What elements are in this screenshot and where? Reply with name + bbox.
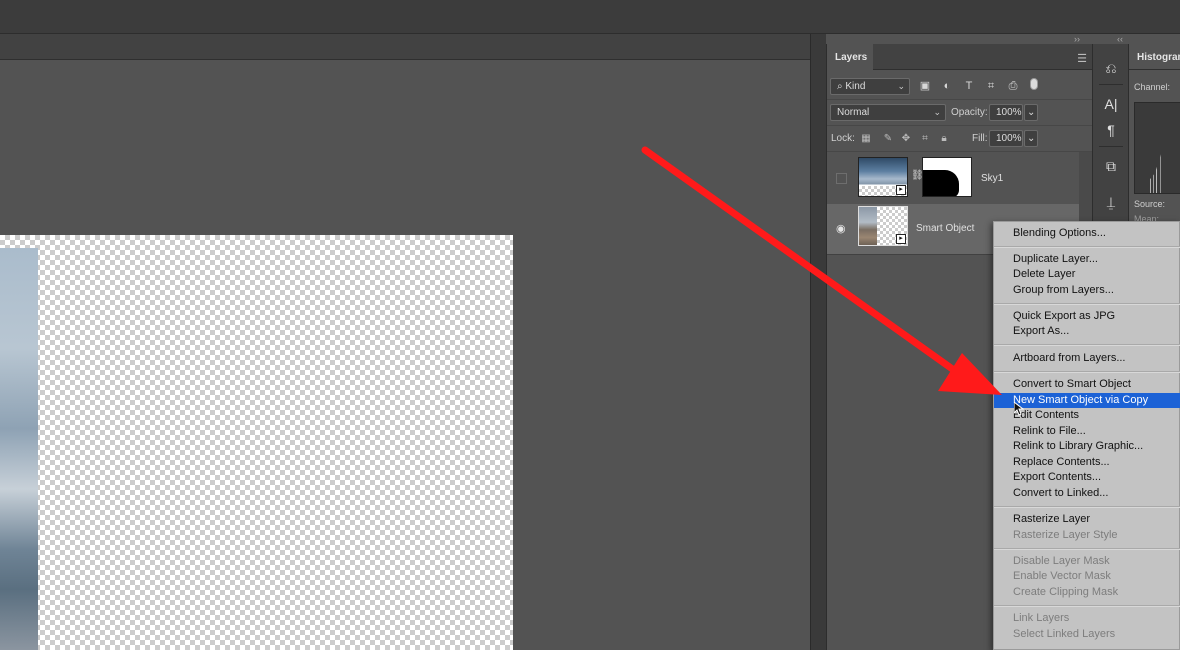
fill-slider-button[interactable]: ⌄ [1024,130,1038,147]
adjustment-filter-icon[interactable]: ◐ [940,79,954,93]
smart-object-filter-icon[interactable]: ⎙ [1006,79,1020,93]
source-label: Source: [1134,199,1165,209]
menu-item-rasterize-layer[interactable]: Rasterize Layer [994,512,1180,527]
menu-item-group-from-layers[interactable]: Group from Layers... [994,283,1180,298]
menu-item-artboard-from-layers[interactable]: Artboard from Layers... [994,351,1180,366]
blend-mode-select[interactable]: Normal ⌄ [830,104,946,121]
menu-item-create-clipping-mask: Create Clipping Mask [994,585,1180,600]
filter-toggle[interactable] [1030,78,1038,90]
histogram-graph [1134,102,1180,194]
menu-item-link-layers: Link Layers [994,611,1180,626]
character-icon[interactable]: A| [1101,94,1121,114]
lock-image-icon[interactable]: ✎ [881,132,895,146]
lock-row: Lock: ▦ ✎ ✥ ⌗ 🔒︎ Fill: 100% ⌄ [827,126,1093,152]
layer-name[interactable]: Sky1 [981,173,1003,184]
pixel-filter-icon[interactable]: ▣ [918,79,932,93]
expand-panels-button[interactable]: ‹‹ [1110,34,1130,44]
menu-item-convert-to-linked[interactable]: Convert to Linked... [994,486,1180,501]
fill-label: Fill: [972,133,988,145]
document-canvas-transparent[interactable] [0,235,513,650]
lock-all-icon[interactable]: 🔒︎ [937,132,951,146]
paragraph-icon[interactable]: ¶ [1101,120,1121,140]
mouse-pointer-icon [1014,402,1024,416]
menu-separator [994,344,1180,346]
clone-source-icon[interactable]: ⧉ [1101,156,1121,176]
menu-separator [994,371,1180,373]
menu-item-export-as[interactable]: Export As... [994,324,1180,339]
layers-tab-bar: Layers ☰ [827,44,1093,70]
menu-separator [994,548,1180,550]
lock-label: Lock: [831,133,855,145]
layer-context-menu: Blending Options... Duplicate Layer... D… [993,221,1180,650]
menu-item-disable-layer-mask: Disable Layer Mask [994,554,1180,569]
chevron-down-icon: ⌄ [897,79,905,94]
lock-position-icon[interactable]: ✥ [899,132,913,146]
layer-row-sky1[interactable]: ▸ ⛓ Sky1 [827,154,1079,205]
tab-layers[interactable]: Layers [827,44,873,70]
panel-menu-icon[interactable]: ☰ [1077,52,1087,65]
filter-kind-select[interactable]: ⌕ Kind ⌄ [830,78,910,95]
eye-icon[interactable]: ◉ [836,224,846,235]
menu-item-replace-contents[interactable]: Replace Contents... [994,455,1180,470]
divider [1099,84,1123,85]
menu-item-export-contents[interactable]: Export Contents... [994,470,1180,485]
lock-artboard-icon[interactable]: ⌗ [918,132,932,146]
layer-mask-thumbnail[interactable] [922,157,972,197]
application-bar [0,0,1180,34]
smart-object-badge-icon: ▸ [896,234,906,244]
layer-filter-row: ⌕ Kind ⌄ ▣ ◐ T ⌗ ⎙ [827,74,1093,100]
menu-item-blending-options[interactable]: Blending Options... [994,226,1180,241]
history-icon[interactable]: ⎌ [1101,58,1121,78]
smart-object-badge-icon: ▸ [896,185,906,195]
menu-item-enable-vector-mask: Enable Vector Mask [994,569,1180,584]
layer-name[interactable]: Smart Object [916,223,974,234]
menu-item-rasterize-layer-style: Rasterize Layer Style [994,528,1180,543]
opacity-label: Opacity: [951,107,988,119]
menu-separator [994,303,1180,305]
opacity-input[interactable]: 100% [989,104,1023,121]
type-filter-icon[interactable]: T [962,79,976,93]
fill-input[interactable]: 100% [989,130,1023,147]
layer-thumbnail[interactable]: ▸ [858,206,908,246]
blend-mode-value: Normal [837,107,869,118]
menu-item-select-linked-layers: Select Linked Layers [994,627,1180,642]
divider [1099,146,1123,147]
tab-histogram[interactable]: Histogram [1129,44,1180,70]
document-tab-bar [0,34,810,60]
visibility-toggle-off[interactable] [836,173,847,184]
panel-dock-gutter [810,34,826,650]
menu-item-quick-export-jpg[interactable]: Quick Export as JPG [994,309,1180,324]
stamp-icon[interactable]: ⍊ [1101,192,1121,212]
shape-filter-icon[interactable]: ⌗ [984,79,998,93]
filter-kind-value: Kind [845,81,865,92]
menu-item-duplicate-layer[interactable]: Duplicate Layer... [994,252,1180,267]
channel-label: Channel: [1134,82,1170,92]
lock-transparent-icon[interactable]: ▦ [859,132,873,146]
menu-item-relink-to-library-graphic[interactable]: Relink to Library Graphic... [994,439,1180,454]
opacity-slider-button[interactable]: ⌄ [1024,104,1038,121]
menu-separator [994,246,1180,248]
mask-shape [923,170,959,197]
collapse-panels-button[interactable]: ›› [1062,34,1092,44]
layer-thumbnail[interactable]: ▸ [858,157,908,197]
menu-item-relink-to-file[interactable]: Relink to File... [994,424,1180,439]
menu-item-convert-to-smart-object[interactable]: Convert to Smart Object [994,377,1180,392]
histogram-bars [1147,143,1180,193]
document-photo-edge [0,248,38,650]
blend-row: Normal ⌄ Opacity: 100% ⌄ [827,100,1093,126]
menu-separator [994,605,1180,607]
search-icon: ⌕ [837,81,843,92]
menu-item-delete-layer[interactable]: Delete Layer [994,267,1180,282]
chevron-down-icon: ⌄ [933,105,941,120]
menu-separator [994,506,1180,508]
